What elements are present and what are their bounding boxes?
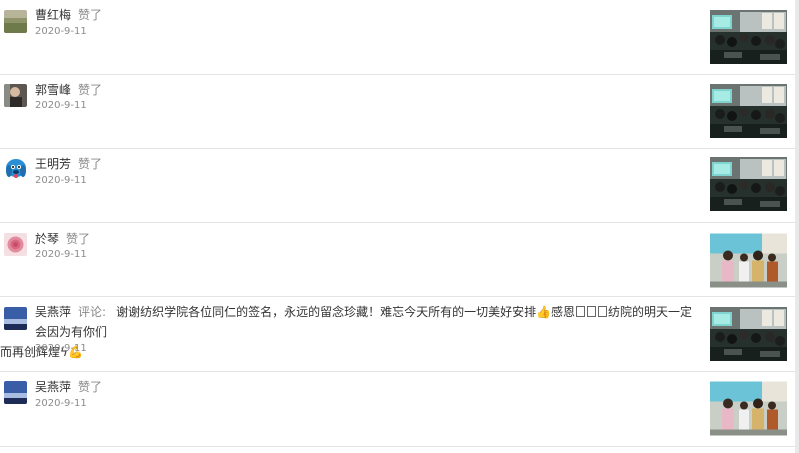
meeting-photo-icon[interactable]: [710, 84, 787, 138]
comment-text: 谢谢纺织学院各位同仁的签名，永远的留念珍藏！难忘今天所有的一切美好安排👍感恩 纺院…: [0, 305, 692, 359]
user-name[interactable]: 吴燕萍: [35, 380, 71, 394]
timestamp: 2020-9-11: [35, 100, 87, 111]
list-item: 郭雪峰 赞了 2020-9-11: [0, 75, 795, 149]
meeting-photo-icon[interactable]: [710, 307, 787, 361]
action-label: 赞了: [78, 157, 103, 171]
list-item: 於琴 赞了 2020-9-11: [0, 223, 795, 297]
thumbs-up-emoji-icon: 👍: [536, 305, 552, 319]
group-photo-icon[interactable]: [710, 233, 787, 288]
timestamp: 2020-9-11: [35, 343, 87, 354]
scrollbar[interactable]: [795, 0, 799, 453]
missing-glyph-icon: [587, 306, 597, 317]
user-name[interactable]: 曹红梅: [35, 8, 71, 22]
timestamp: 2020-9-11: [35, 398, 87, 409]
missing-glyph-icon: [576, 306, 586, 317]
action-label: 赞了: [78, 8, 103, 22]
list-item: 曹红梅 赞了 2020-9-11: [0, 0, 795, 75]
user-name[interactable]: 於琴: [35, 232, 59, 246]
user-name[interactable]: 王明芳: [35, 157, 71, 171]
sky-avatar-icon[interactable]: [4, 307, 27, 330]
meeting-photo-icon[interactable]: [710, 10, 787, 64]
missing-glyph-icon: [598, 306, 608, 317]
user-name[interactable]: 吴燕萍: [35, 305, 71, 319]
user-name[interactable]: 郭雪峰: [35, 83, 71, 97]
cartoon-dog-avatar-icon[interactable]: [4, 157, 28, 181]
action-label: 赞了: [78, 380, 103, 394]
sky-avatar-icon[interactable]: [4, 381, 27, 404]
timestamp: 2020-9-11: [35, 26, 87, 37]
person-avatar-icon[interactable]: [4, 84, 27, 107]
list-item: 吴燕萍 评论: 谢谢纺织学院各位同仁的签名，永远的留念珍藏！难忘今天所有的一切美好安…: [0, 297, 795, 372]
rose-avatar-icon[interactable]: [4, 233, 27, 256]
meeting-photo-icon[interactable]: [710, 157, 787, 211]
comment-text-part: 谢谢纺织学院各位同仁的签名，永远的留念珍藏！难忘今天所有的一切美好安排: [116, 305, 537, 319]
timestamp: 2020-9-11: [35, 249, 87, 260]
action-label: 赞了: [78, 83, 103, 97]
comment-text-part: 感恩: [551, 305, 576, 319]
like-comment-feed: 曹红梅 赞了 2020-9-11 郭雪峰 赞了 2020-9-11 王明芳 赞了 20…: [0, 0, 795, 453]
timestamp: 2020-9-11: [35, 175, 87, 186]
list-item: 吴燕萍 赞了 2020-9-11: [0, 372, 795, 447]
action-label: 赞了: [66, 232, 91, 246]
group-photo-icon[interactable]: [710, 381, 787, 436]
landscape-avatar-icon[interactable]: [4, 10, 27, 33]
comment-label: 评论:: [78, 305, 107, 319]
list-item: 王明芳 赞了 2020-9-11: [0, 149, 795, 223]
